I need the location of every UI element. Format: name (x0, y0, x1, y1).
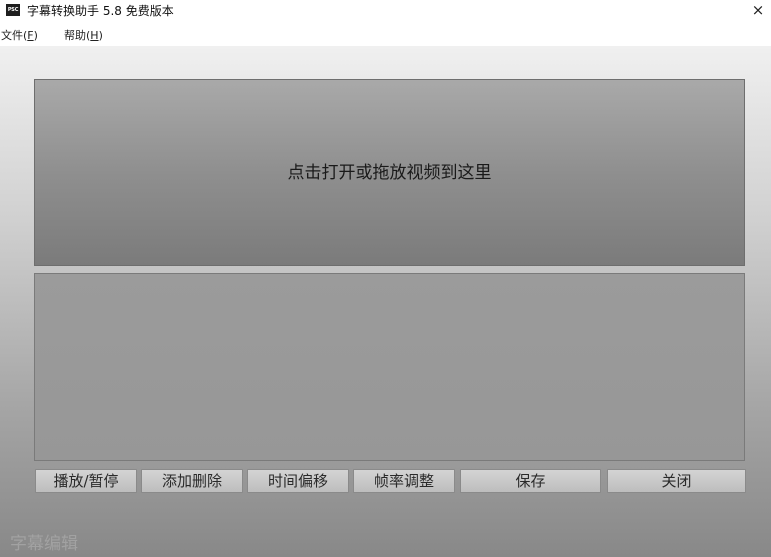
play-pause-button[interactable]: 播放/暂停 (35, 469, 137, 493)
app-logo-icon: PSC (6, 4, 20, 16)
menu-help-paren-close: ) (98, 29, 103, 42)
menu-help-label: 帮助 (64, 29, 86, 42)
video-drop-area[interactable]: 点击打开或拖放视频到这里 (34, 79, 745, 266)
frame-rate-button[interactable]: 帧率调整 (353, 469, 455, 493)
save-button[interactable]: 保存 (460, 469, 601, 493)
menu-file-paren-close: ) (33, 29, 38, 42)
menu-bar: 文件(F) 帮助(H) (0, 22, 771, 42)
menu-file[interactable]: 文件(F) (1, 29, 38, 42)
menu-file-label: 文件 (1, 29, 23, 42)
close-button[interactable]: 关闭 (607, 469, 746, 493)
menu-help-mnemonic: H (90, 29, 99, 42)
menu-help[interactable]: 帮助(H) (64, 29, 103, 42)
title-bar: PSC 字幕转换助手 5.8 免费版本 × (0, 0, 771, 22)
app-window: PSC 字幕转换助手 5.8 免费版本 × 文件(F) 帮助(H) 点击打开或拖… (0, 0, 771, 557)
subtitle-list-panel[interactable] (34, 273, 745, 461)
window-title: 字幕转换助手 5.8 免费版本 (27, 4, 174, 18)
add-delete-button[interactable]: 添加删除 (141, 469, 243, 493)
video-drop-prompt: 点击打开或拖放视频到这里 (287, 163, 492, 183)
subtitle-editor-label: 字幕编辑 (10, 534, 78, 554)
time-offset-button[interactable]: 时间偏移 (247, 469, 349, 493)
close-window-button[interactable]: × (745, 0, 771, 22)
